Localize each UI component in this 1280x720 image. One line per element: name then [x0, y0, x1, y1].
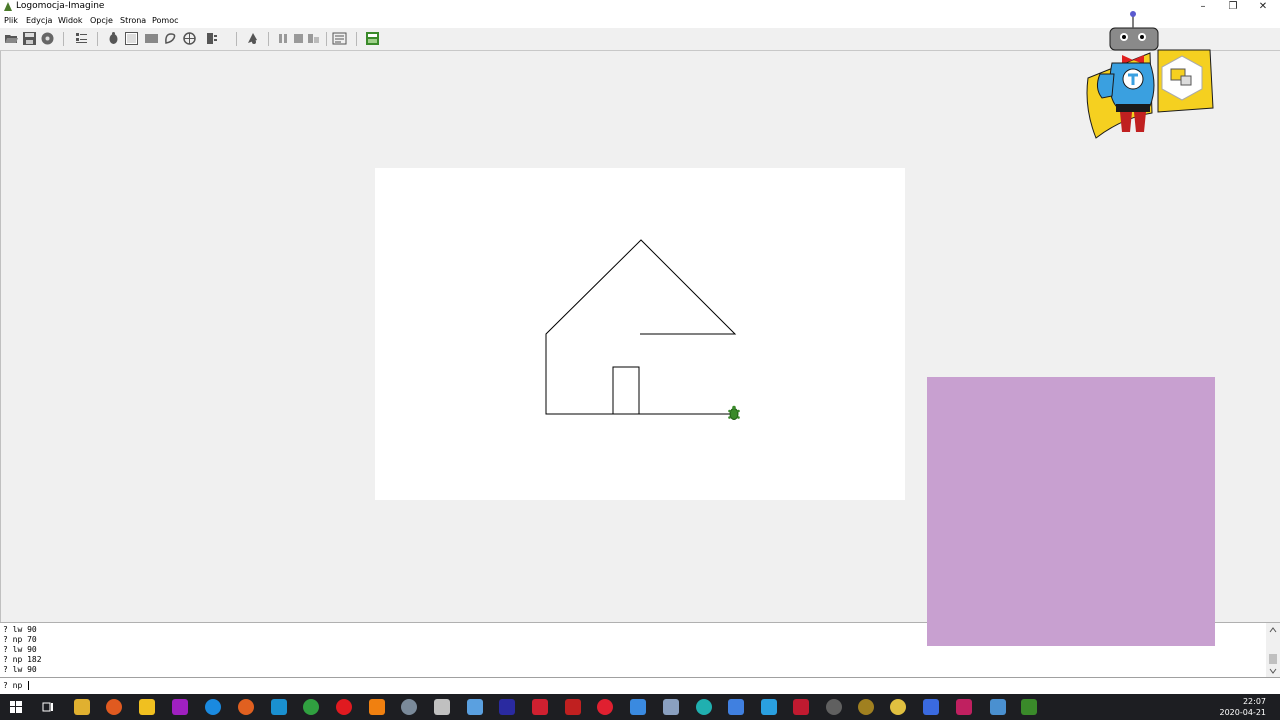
house-outline	[545, 239, 737, 415]
console-line: ? np 70	[3, 635, 37, 644]
app-icon[interactable]	[956, 699, 972, 715]
text-caret	[28, 681, 29, 690]
house-door	[612, 366, 640, 415]
app-icon[interactable]	[793, 699, 809, 715]
tools-icon[interactable]	[204, 31, 219, 46]
app-icon[interactable]	[172, 699, 188, 715]
opera-icon[interactable]	[336, 699, 352, 715]
vlc-icon[interactable]	[369, 699, 385, 715]
restore-button[interactable]: ❐	[1218, 0, 1248, 14]
toolbar-separator	[326, 32, 327, 46]
save-icon[interactable]	[22, 31, 37, 46]
close-button[interactable]: ✕	[1248, 0, 1278, 14]
pane-icon[interactable]	[144, 31, 159, 46]
drawing-page[interactable]	[375, 168, 905, 500]
toolbar-separator	[63, 32, 64, 46]
purple-panel	[927, 377, 1215, 646]
chrome-icon[interactable]	[303, 699, 319, 715]
edge-icon[interactable]	[205, 699, 221, 715]
app-icon[interactable]	[696, 699, 712, 715]
menu-pomoc[interactable]: Pomoc	[152, 16, 179, 25]
stop-icon[interactable]	[291, 31, 306, 46]
app-icon[interactable]	[401, 699, 417, 715]
open-icon[interactable]	[4, 31, 19, 46]
toolbar-separator	[356, 32, 357, 46]
app-icon[interactable]	[923, 699, 939, 715]
grid-icon[interactable]	[365, 31, 380, 46]
console-line: ? lw 90	[3, 645, 37, 654]
app-icon[interactable]	[826, 699, 842, 715]
taskbar: 22:07 2020-04-21	[0, 694, 1280, 720]
app-icon[interactable]	[663, 699, 679, 715]
print-icon[interactable]	[40, 31, 55, 46]
app-icon[interactable]	[434, 699, 450, 715]
windows-start-icon[interactable]	[8, 699, 24, 715]
menu-plik[interactable]: Plik	[4, 16, 18, 25]
turtle-icon[interactable]	[106, 31, 121, 46]
command-input-text: ? np	[3, 681, 23, 690]
mascot-logo	[1086, 11, 1214, 139]
turtle-icon[interactable]	[728, 405, 740, 420]
menu-widok[interactable]: Widok	[58, 16, 83, 25]
toolbar-separator	[97, 32, 98, 46]
clock-date: 2020-04-21	[1219, 708, 1267, 717]
console-line: ? lw 90	[3, 665, 37, 674]
app-icon[interactable]	[106, 699, 122, 715]
app-icon[interactable]	[990, 699, 1006, 715]
app-icon[interactable]	[499, 699, 515, 715]
system-clock[interactable]: 22:07 2020-04-21	[1220, 696, 1267, 718]
page-icon[interactable]	[124, 31, 139, 46]
app-icon[interactable]	[890, 699, 906, 715]
file-explorer-icon[interactable]	[74, 699, 90, 715]
text-icon[interactable]	[332, 31, 347, 46]
window-title: Logomocja-Imagine	[16, 1, 105, 11]
run-icon[interactable]	[245, 31, 260, 46]
pause-icon[interactable]	[276, 31, 291, 46]
shape-icon[interactable]	[163, 31, 178, 46]
console-line: ? np 182	[3, 655, 42, 664]
menu-strona[interactable]: Strona	[120, 16, 146, 25]
app-icon[interactable]	[139, 699, 155, 715]
console-scrollbar[interactable]	[1266, 623, 1280, 678]
app-icon[interactable]	[761, 699, 777, 715]
menu-opcje[interactable]: Opcje	[90, 16, 113, 25]
clock-time: 22:07	[1242, 697, 1266, 706]
logomocja-taskbar-icon[interactable]	[1021, 699, 1037, 715]
list-icon[interactable]	[74, 31, 89, 46]
paint-icon[interactable]	[182, 31, 197, 46]
app-icon[interactable]	[532, 699, 548, 715]
step-icon[interactable]	[306, 31, 321, 46]
app-icon[interactable]	[630, 699, 646, 715]
toolbar-separator	[268, 32, 269, 46]
app-icon	[4, 2, 12, 11]
task-view-icon[interactable]	[40, 699, 56, 715]
turtle-drawing	[545, 239, 740, 420]
menu-edycja[interactable]: Edycja	[26, 16, 52, 25]
app-icon[interactable]	[597, 699, 613, 715]
console-line: ? lw 90	[3, 625, 37, 634]
filezilla-icon[interactable]	[565, 699, 581, 715]
app-icon[interactable]	[467, 699, 483, 715]
app-icon[interactable]	[728, 699, 744, 715]
app-icon[interactable]	[271, 699, 287, 715]
toolbar-separator	[236, 32, 237, 46]
command-input[interactable]: ? np	[0, 677, 1280, 694]
app-icon[interactable]	[858, 699, 874, 715]
firefox-icon[interactable]	[238, 699, 254, 715]
